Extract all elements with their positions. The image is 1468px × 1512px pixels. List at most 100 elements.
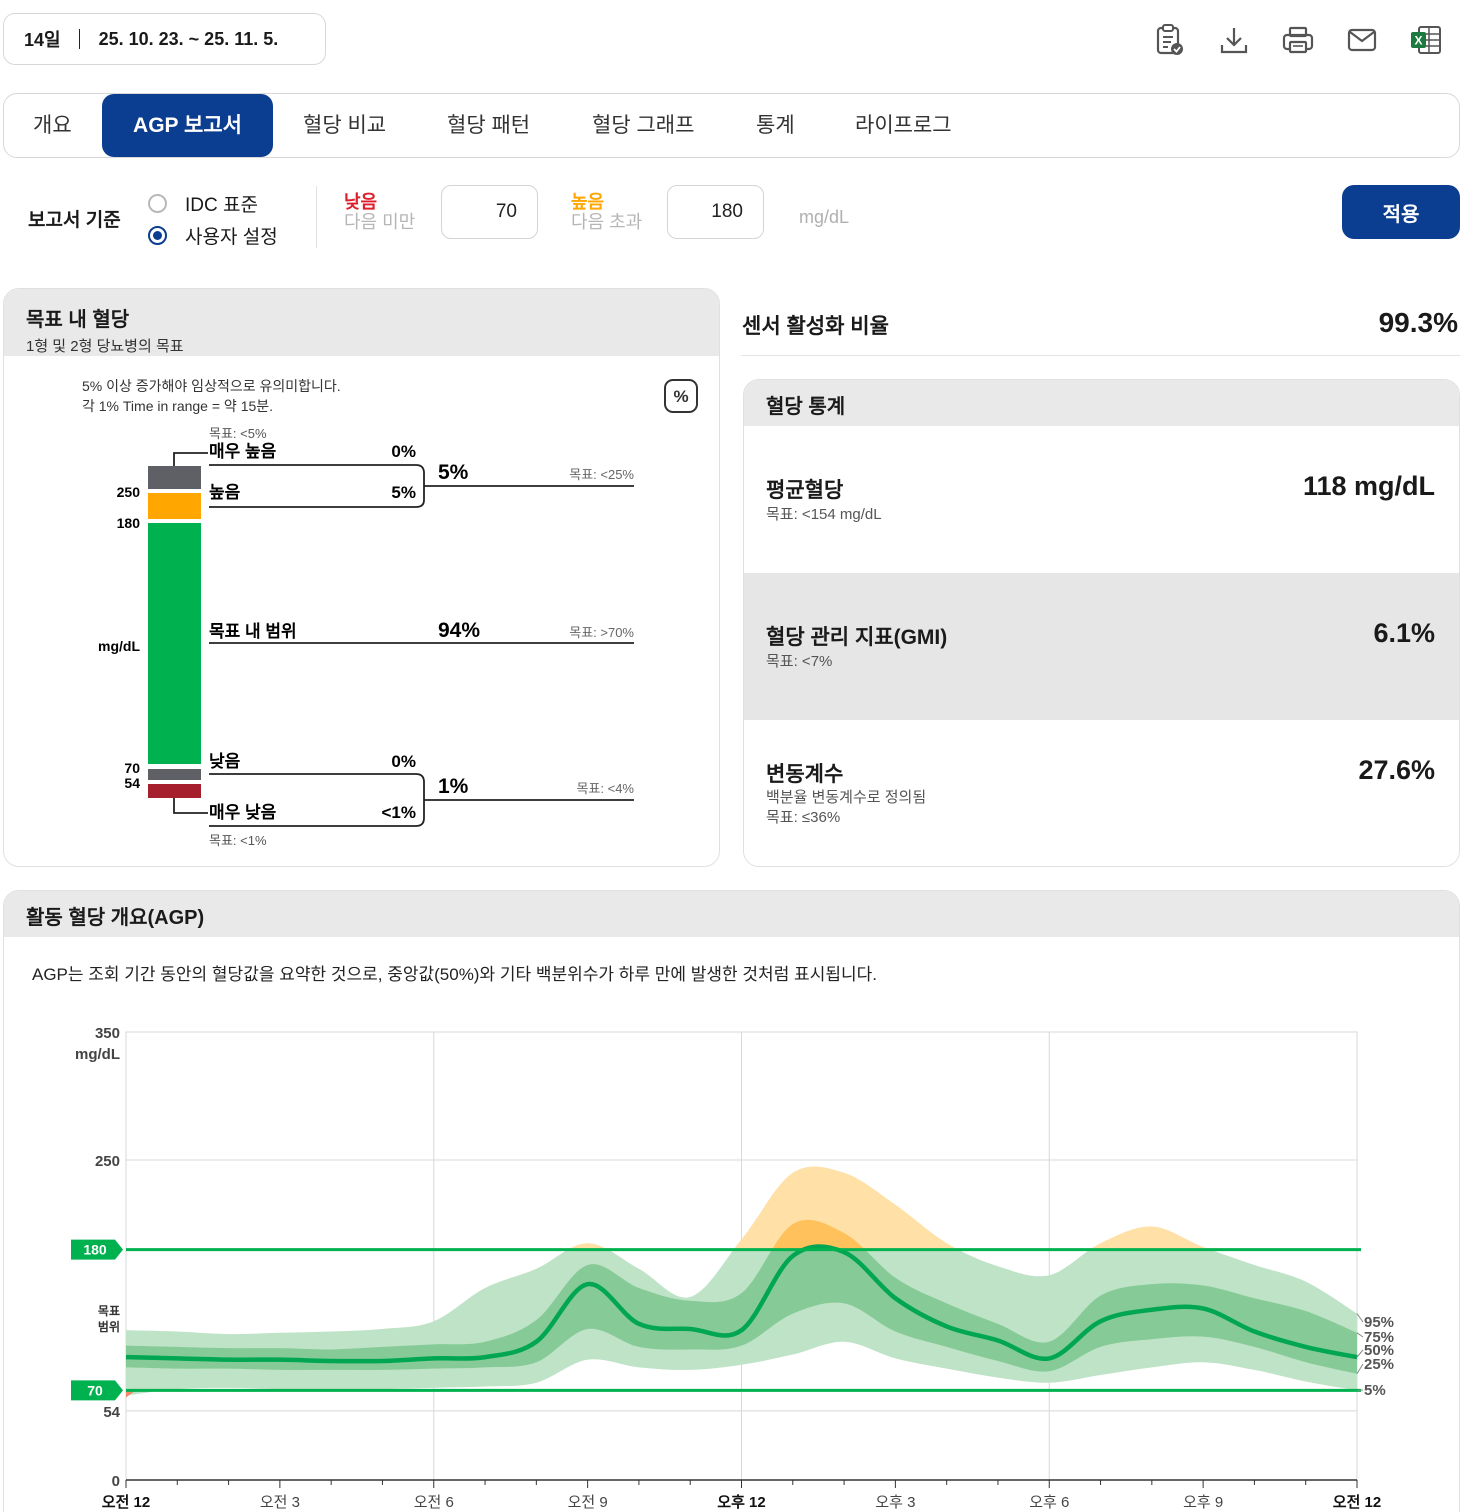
stat-gmi: 혈당 관리 지표(GMI) 목표: <7% 6.1% (744, 573, 1459, 720)
excel-icon[interactable]: X (1406, 22, 1446, 58)
cv-label: 변동계수 (766, 763, 844, 786)
tick-54: 54 (124, 775, 140, 791)
tir-subtitle: 1형 및 2형 당뇨병의 목표 (26, 338, 184, 355)
bar-very-low (148, 784, 201, 798)
agp-percentile-label: 25% (1364, 1356, 1394, 1373)
percent-toggle-icon[interactable]: % (664, 379, 698, 413)
bar-high (148, 493, 201, 519)
high-label: 높음 (209, 483, 241, 502)
threshold-unit: mg/dL (799, 207, 850, 227)
agp-card: 활동 혈당 개요(AGP) AGP는 조회 기간 동안의 혈당값을 요약한 것으… (3, 890, 1460, 1512)
agp-y-unit: mg/dL (75, 1046, 120, 1063)
criteria-divider (316, 186, 317, 248)
bar-very-high (148, 466, 201, 489)
tir-axis-unit: mg/dL (98, 638, 140, 654)
agp-x-tick-label: 오후 3 (875, 1494, 915, 1511)
report-criteria: 보고서 기준 IDC 표준 사용자 설정 낮음 다음 미만 높음 다음 초과 m… (0, 180, 1468, 260)
radio-custom-label: 사용자 설정 (185, 227, 278, 248)
stat-mean-glucose: 평균혈당 목표: <154 mg/dL 118 mg/dL (744, 426, 1459, 573)
apply-button[interactable]: 적용 (1342, 185, 1460, 239)
low-threshold-input[interactable] (441, 185, 538, 239)
high-threshold-label: 높음 다음 초과 (571, 192, 642, 232)
agp-x-tick-label: 오전 9 (568, 1494, 608, 1511)
gmi-goal: 목표: <7% (766, 653, 833, 670)
tab-glucose-pattern[interactable]: 혈당 패턴 (447, 94, 530, 157)
agp-x-tick-label: 오후 6 (1029, 1494, 1069, 1511)
report-tabs: 개요 AGP 보고서 혈당 비교 혈당 패턴 혈당 그래프 통계 라이프로그 (3, 93, 1460, 158)
agp-x-tick-label: 오전 12 (102, 1494, 150, 1511)
agp-target-flag-label: 180 (83, 1242, 107, 1258)
tab-statistics[interactable]: 통계 (756, 94, 795, 157)
tab-overview[interactable]: 개요 (33, 94, 72, 157)
high-sub: 다음 초과 (571, 212, 643, 232)
download-icon[interactable] (1214, 22, 1254, 58)
stats-header: 혈당 통계 (744, 380, 1459, 426)
stat-cv: 변동계수 백분율 변동계수로 정의됨 목표: ≤36% 27.6% (744, 720, 1459, 866)
print-icon[interactable] (1278, 22, 1318, 58)
tir-note-2: 각 1% Time in range = 약 15분. (82, 398, 273, 414)
gmi-label: 혈당 관리 지표(GMI) (766, 626, 948, 649)
agp-chart: 350 250 54 0 mg/dL 목표범위오전 12 오전 3 오전 6 오전 9 오후 12… (71, 1025, 1394, 1511)
sensor-activation-label: 센서 활성화 비율 (742, 315, 889, 338)
agp-x-tick-label: 오전 12 (1333, 1494, 1381, 1511)
high-threshold-input[interactable] (667, 185, 764, 239)
low-value: 0% (391, 752, 416, 771)
agp-percentile-leader (1356, 1332, 1364, 1338)
tick-70: 70 (124, 760, 140, 776)
radio-idc-standard[interactable]: IDC 표준 (148, 190, 258, 217)
mean-goal: 목표: <154 mg/dL (766, 506, 882, 523)
high-value: 5% (391, 483, 416, 502)
low-threshold-label: 낮음 다음 미만 (344, 192, 415, 232)
radio-idc-label: IDC 표준 (185, 195, 258, 216)
agp-target-flag-label: 70 (87, 1382, 103, 1398)
cv-value: 27.6% (1358, 755, 1435, 785)
very-high-label: 매우 높음 (209, 442, 277, 461)
agp-x-tick-label: 오후 9 (1183, 1494, 1223, 1511)
mail-icon[interactable] (1342, 22, 1382, 58)
tick-180: 180 (117, 515, 141, 531)
percent-icon-glyph: % (673, 387, 688, 406)
tick-250: 250 (117, 484, 141, 500)
mean-label: 평균혈당 (766, 479, 844, 502)
low-total-value: 1% (438, 775, 469, 798)
date-range-selector[interactable]: 14일 25. 10. 23. ~ 25. 11. 5. (3, 13, 326, 65)
clipboard-check-icon[interactable] (1150, 22, 1190, 58)
radio-circle[interactable] (148, 194, 167, 213)
radio-custom-setting[interactable]: 사용자 설정 (148, 222, 278, 249)
stats-title: 혈당 통계 (766, 396, 846, 418)
svg-text:X: X (1414, 34, 1422, 48)
glucose-stats-card: 혈당 통계 평균혈당 목표: <154 mg/dL 118 mg/dL 혈당 관… (743, 379, 1460, 867)
tir-header: 목표 내 혈당 1형 및 2형 당뇨병의 목표 (4, 289, 719, 356)
agp-x-tick-label: 오전 6 (414, 1494, 454, 1511)
agp-x-tick-label: 오후 12 (717, 1494, 765, 1511)
agp-y-tick-label: 250 (95, 1153, 120, 1170)
high-total-goal: 목표: <25% (569, 467, 634, 482)
tab-glucose-graph[interactable]: 혈당 그래프 (592, 94, 694, 157)
date-range-text: 25. 10. 23. ~ 25. 11. 5. (98, 28, 279, 49)
agp-x-tick-label: 오전 3 (260, 1494, 300, 1511)
agp-percentile-leader (1356, 1313, 1364, 1323)
in-range-value: 94% (438, 619, 480, 642)
cv-desc: 백분율 변동계수로 정의됨 (766, 789, 927, 806)
days-label: 14일 (24, 30, 61, 50)
date-separator (78, 29, 80, 49)
very-low-goal: 목표: <1% (209, 833, 267, 848)
agp-percentile-leader (1356, 1363, 1364, 1375)
high-title: 높음 (571, 192, 605, 212)
very-high-goal: 목표: <5% (209, 426, 267, 441)
tir-note-1: 5% 이상 증가해야 임상적으로 유의미합니다. (82, 378, 341, 394)
agp-target-range-label: 범위 (98, 1319, 120, 1334)
tir-graphic: 5% 이상 증가해야 임상적으로 유의미합니다. 각 1% Time in ra… (82, 378, 698, 848)
agp-y-tick-label: 0 (112, 1473, 120, 1490)
tab-glucose-compare[interactable]: 혈당 비교 (303, 94, 386, 157)
tab-agp-report[interactable]: AGP 보고서 (102, 94, 273, 157)
bar-low (148, 769, 201, 780)
gmi-value: 6.1% (1373, 618, 1435, 648)
in-range-label: 목표 내 범위 (209, 622, 297, 641)
tab-lifelog[interactable]: 라이프로그 (855, 94, 952, 157)
tir-title: 목표 내 혈당 (26, 309, 130, 331)
cv-goal: 목표: ≤36% (766, 809, 841, 826)
agp-y-tick-label: 54 (103, 1404, 120, 1421)
agp-percentile-label: 5% (1364, 1382, 1386, 1399)
radio-circle-selected[interactable] (148, 226, 167, 245)
